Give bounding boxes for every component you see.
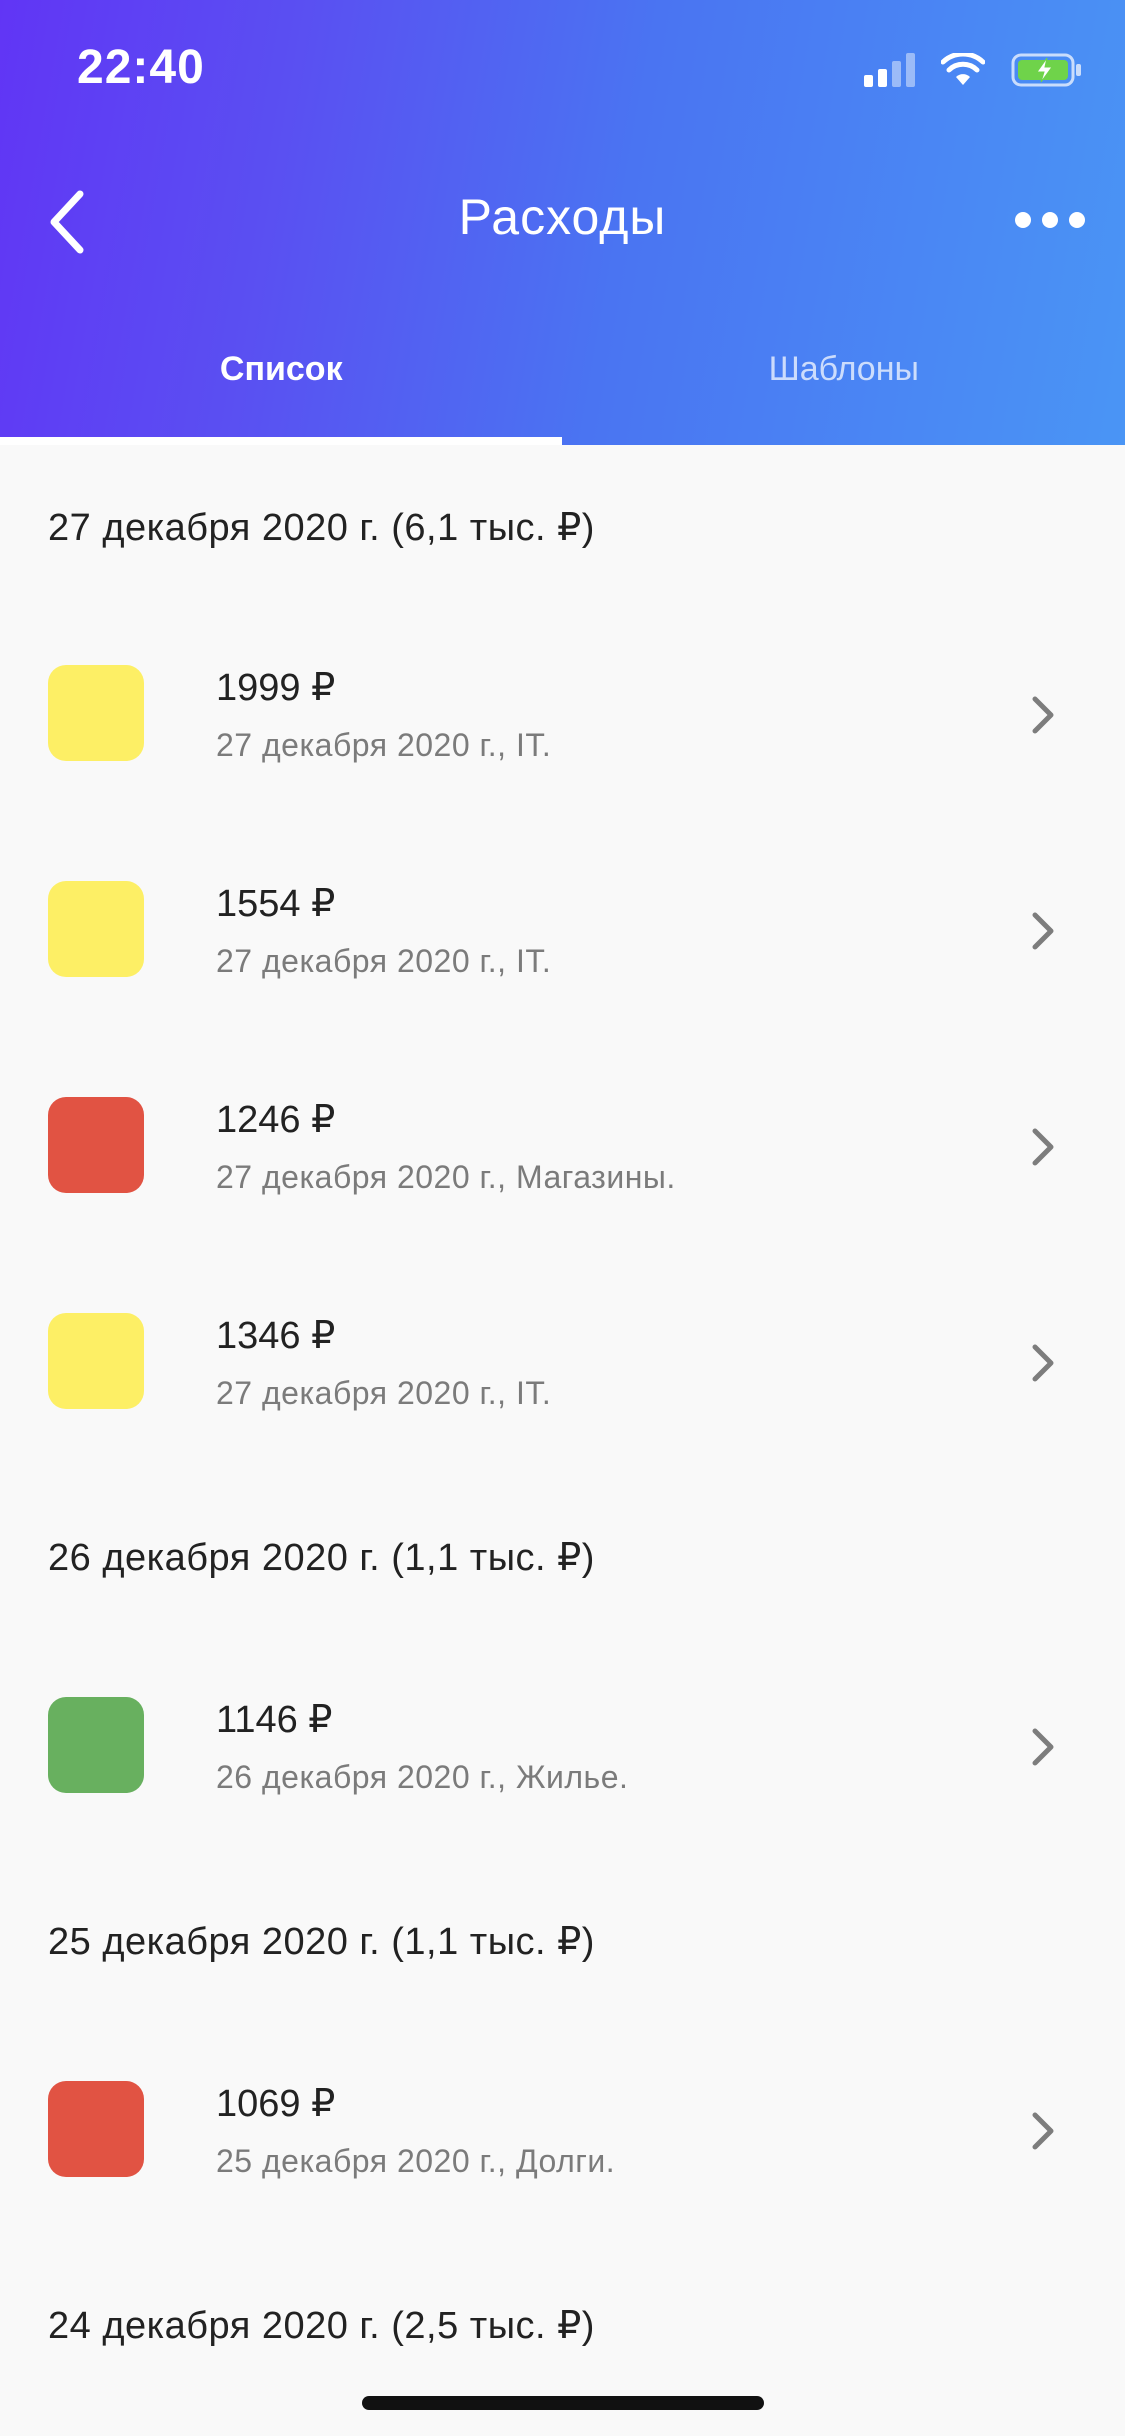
list-item[interactable]: 1069 ₽ 25 декабря 2020 г., Долги. [0, 2041, 1125, 2241]
category-color-swatch [48, 881, 144, 977]
item-subtitle: 27 декабря 2020 г., IT. [216, 727, 552, 763]
category-color-swatch [48, 1097, 144, 1193]
day-header: 25 декабря 2020 г. (1,1 тыс. ₽) [48, 1921, 595, 1963]
day-header: 27 декабря 2020 г. (6,1 тыс. ₽) [48, 507, 595, 549]
chevron-right-icon [1032, 912, 1054, 950]
status-bar: 22:40 [0, 0, 1125, 135]
item-amount: 1246 ₽ [216, 1099, 336, 1141]
list-item[interactable]: 1246 ₽ 27 декабря 2020 г., Магазины. [0, 1057, 1125, 1257]
tab-list[interactable]: Список [0, 330, 563, 445]
tab-templates[interactable]: Шаблоны [563, 330, 1125, 445]
chevron-right-icon [1032, 2112, 1054, 2150]
list-item[interactable]: 1346 ₽ 27 декабря 2020 г., IT. [0, 1273, 1125, 1473]
list-item[interactable]: 1554 ₽ 27 декабря 2020 г., IT. [0, 841, 1125, 1041]
chevron-right-icon [1032, 1344, 1054, 1382]
navigation-bar: Расходы [0, 160, 1125, 280]
status-icons [864, 50, 1083, 90]
item-subtitle: 27 декабря 2020 г., IT. [216, 1375, 552, 1411]
day-header: 26 декабря 2020 г. (1,1 тыс. ₽) [48, 1537, 595, 1579]
category-color-swatch [48, 2081, 144, 2177]
status-time: 22:40 [77, 41, 205, 94]
item-amount: 1346 ₽ [216, 1315, 336, 1357]
tab-bar: Список Шаблоны [0, 330, 1125, 445]
item-subtitle: 27 декабря 2020 г., IT. [216, 943, 552, 979]
item-amount: 1146 ₽ [216, 1699, 333, 1741]
active-tab-indicator [0, 437, 562, 445]
item-subtitle: 27 декабря 2020 г., Магазины. [216, 1159, 676, 1195]
item-subtitle: 26 декабря 2020 г., Жилье. [216, 1759, 629, 1795]
chevron-right-icon [1032, 1128, 1054, 1166]
wifi-icon [941, 53, 985, 85]
chevron-right-icon [1032, 696, 1054, 734]
item-amount: 1999 ₽ [216, 667, 336, 709]
app-header: 22:40 Расходы Список Шаблоны [0, 0, 1125, 445]
item-subtitle: 25 декабря 2020 г., Долги. [216, 2143, 616, 2179]
cellular-signal-icon [864, 53, 915, 87]
chevron-right-icon [1032, 1728, 1054, 1766]
category-color-swatch [48, 1313, 144, 1409]
category-color-swatch [48, 665, 144, 761]
day-header: 24 декабря 2020 г. (2,5 тыс. ₽) [48, 2305, 595, 2347]
item-amount: 1554 ₽ [216, 883, 336, 925]
more-horizontal-icon [1015, 212, 1031, 228]
category-color-swatch [48, 1697, 144, 1793]
item-amount: 1069 ₽ [216, 2083, 336, 2125]
battery-charging-icon [1011, 53, 1081, 87]
home-indicator [362, 2396, 764, 2410]
list-item[interactable]: 1146 ₽ 26 декабря 2020 г., Жилье. [0, 1657, 1125, 1857]
list-item[interactable]: 1999 ₽ 27 декабря 2020 г., IT. [0, 625, 1125, 825]
more-button[interactable] [1015, 200, 1085, 240]
page-title: Расходы [458, 189, 667, 245]
